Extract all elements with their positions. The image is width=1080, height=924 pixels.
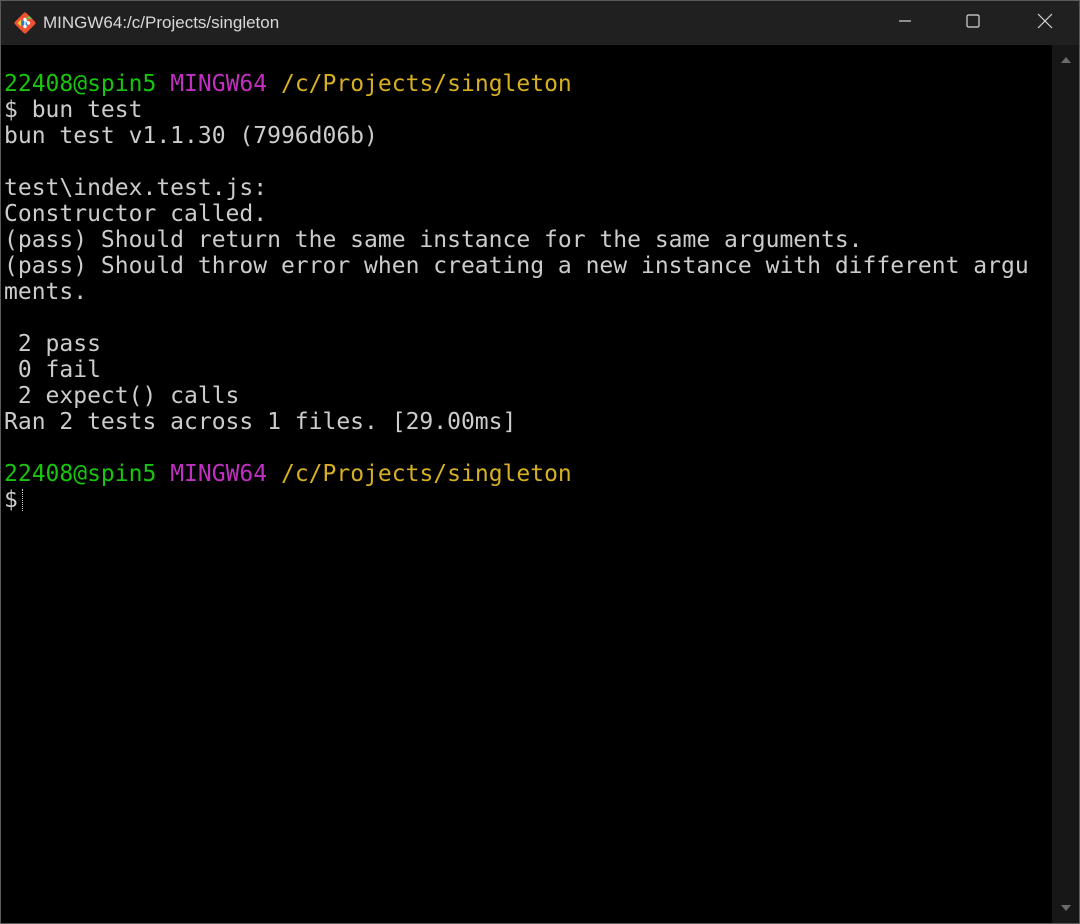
terminal-window: MINGW64:/c/Projects/singleton 22408@spin…	[0, 0, 1080, 924]
output-line: (pass) Should return the same instance f…	[4, 227, 863, 253]
minimize-icon	[898, 14, 912, 33]
scroll-up-button[interactable]	[1052, 47, 1079, 73]
output-line: bun test v1.1.30 (7996d06b)	[4, 123, 378, 149]
output-line: (pass) Should throw error when creating …	[4, 253, 1029, 279]
scroll-down-button[interactable]	[1052, 895, 1079, 921]
input-prompt: $	[4, 487, 18, 513]
input-line[interactable]: $	[1, 487, 1051, 513]
title-bar[interactable]: MINGW64:/c/Projects/singleton	[1, 1, 1079, 45]
close-button[interactable]	[1009, 1, 1079, 45]
output-line: ments.	[4, 279, 88, 305]
close-icon	[1037, 13, 1053, 34]
output-line: 2 pass	[4, 331, 101, 357]
prompt-line: 22408@spin5 MINGW64 /c/Projects/singleto…	[1, 461, 1051, 487]
output-line: test\index.test.js:	[4, 175, 268, 201]
output-line: Ran 2 tests across 1 files. [29.00ms]	[4, 409, 517, 435]
scroll-track[interactable]	[1052, 75, 1079, 893]
maximize-icon	[966, 13, 980, 33]
maximize-button[interactable]	[937, 1, 1009, 45]
terminal-output[interactable]: 22408@spin5 MINGW64 /c/Projects/singleto…	[1, 45, 1051, 923]
prompt-user-host: 22408@spin5	[4, 71, 157, 97]
prompt-shell: MINGW64	[170, 461, 268, 487]
git-bash-icon	[13, 11, 37, 35]
vertical-scrollbar[interactable]	[1052, 45, 1079, 923]
command-line: $ bun test	[4, 97, 143, 123]
prompt-path: /c/Projects/singleton	[280, 461, 572, 487]
scroll-down-arrow-icon	[1060, 899, 1071, 917]
output-line: 2 expect() calls	[4, 383, 240, 409]
output-line: Constructor called.	[4, 201, 268, 227]
window-title: MINGW64:/c/Projects/singleton	[43, 13, 280, 32]
prompt-line: 22408@spin5 MINGW64 /c/Projects/singleto…	[1, 71, 1051, 97]
scroll-up-arrow-icon	[1060, 51, 1071, 69]
minimize-button[interactable]	[869, 1, 941, 45]
prompt-path: /c/Projects/singleton	[280, 71, 572, 97]
output-line: 0 fail	[4, 357, 101, 383]
prompt-shell: MINGW64	[170, 71, 268, 97]
text-cursor	[21, 489, 25, 511]
prompt-user-host: 22408@spin5	[4, 461, 157, 487]
